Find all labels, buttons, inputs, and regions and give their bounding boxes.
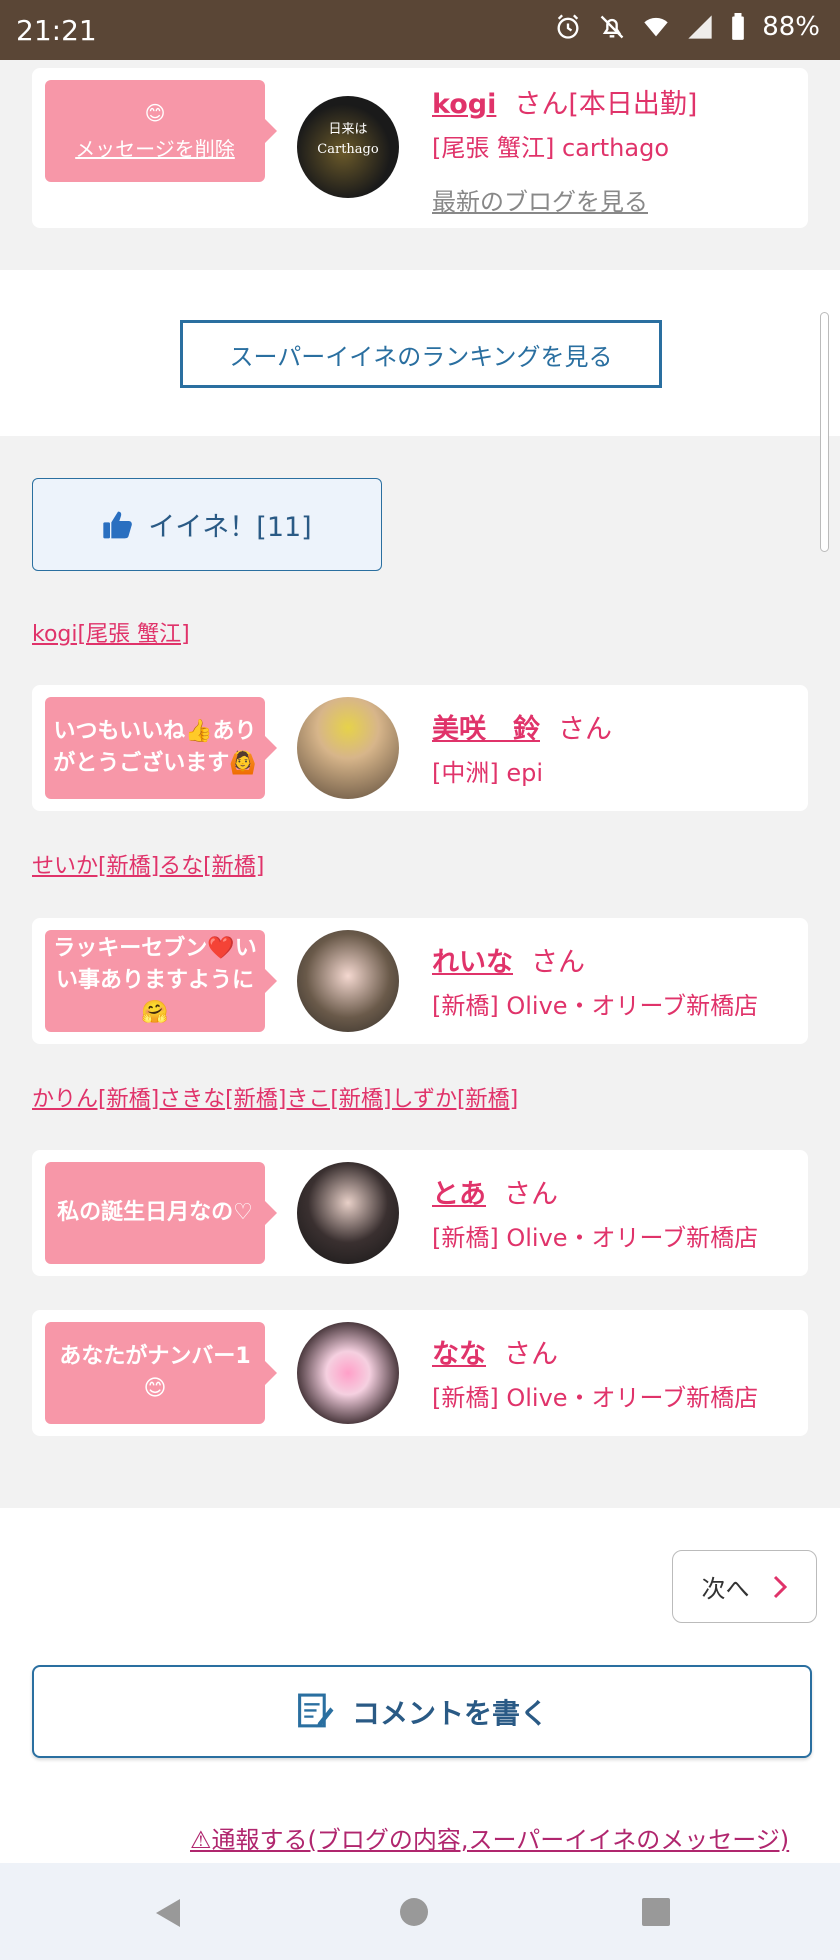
next-button-label: 次へ — [701, 1575, 750, 1603]
avatar[interactable] — [297, 697, 399, 799]
message-bubble: あなたがナンバー1😊 — [45, 1322, 277, 1424]
liker-names[interactable]: かりん[新橋]さきな[新橋]きこ[新橋]しずか[新橋] — [32, 1081, 518, 1113]
user-suffix: さん[本日出勤] — [514, 89, 698, 120]
user-name-line: kogi さん[本日出勤] — [432, 82, 697, 121]
bubble-emoji: 😊 — [144, 101, 166, 125]
navigation-bar — [0, 1863, 840, 1960]
like-button[interactable]: イイネ！[11] — [32, 478, 382, 571]
avatar[interactable] — [297, 1162, 399, 1264]
user-shop: [新橋] Olive・オリーブ新橋店 — [432, 992, 759, 1020]
message-bubble: 😊 メッセージを削除 — [45, 80, 277, 182]
signal-icon — [688, 15, 712, 39]
user-name-link[interactable]: 美咲 鈴 — [432, 714, 540, 745]
user-name-link[interactable]: とあ — [432, 1179, 486, 1210]
thumbs-up-icon — [103, 511, 133, 538]
latest-blog-link[interactable]: 最新のブログを見る — [432, 182, 648, 217]
edit-note-icon — [298, 1693, 334, 1727]
status-bar: 21:21 88% — [0, 0, 840, 60]
ranking-button[interactable]: スーパーイイネのランキングを見る — [180, 320, 662, 388]
user-suffix: さん — [558, 714, 612, 745]
message-bubble: ラッキーセブン❤️いい事ありますように🤗 — [45, 930, 277, 1032]
home-icon[interactable] — [399, 1897, 429, 1927]
avatar[interactable] — [297, 930, 399, 1032]
message-bubble: 私の誕生日月なの♡ — [45, 1162, 277, 1264]
message-bubble: いつもいいね👍ありがとうございます🙆 — [45, 697, 277, 799]
battery-level: 88% — [762, 12, 820, 42]
notifications-off-icon — [600, 15, 624, 39]
battery-icon — [732, 13, 745, 40]
like-button-label: イイネ！[11] — [148, 512, 312, 543]
user-name-link[interactable]: kogi — [432, 89, 496, 120]
scrollbar[interactable] — [820, 312, 829, 552]
alarm-icon — [557, 14, 579, 39]
user-shop: [尾張 蟹江] carthago — [432, 134, 669, 162]
next-page-button[interactable]: 次へ — [672, 1550, 817, 1623]
user-name-link[interactable]: なな — [432, 1339, 486, 1370]
user-shop: [中洲] epi — [432, 759, 544, 787]
user-suffix: さん — [531, 947, 585, 978]
comment-button-label: コメントを書く — [351, 1696, 548, 1730]
message-card: あなたがナンバー1😊 なな さん [新橋] Olive・オリーブ新橋店 — [32, 1310, 808, 1436]
user-name-line: 美咲 鈴さん — [432, 707, 612, 746]
recents-icon[interactable] — [641, 1897, 671, 1927]
report-link[interactable]: ⚠通報する(ブログの内容,スーパーイイネのメッセージ) — [190, 1820, 789, 1855]
user-shop: [新橋] Olive・オリーブ新橋店 — [432, 1384, 759, 1412]
user-suffix: さん — [504, 1179, 558, 1210]
message-card: いつもいいね👍ありがとうございます🙆 美咲 鈴さん [中洲] epi — [32, 685, 808, 811]
message-card-top: 😊 メッセージを削除 日来は Carthago kogi さん[本日出勤] [尾張… — [32, 68, 808, 228]
delete-message-link[interactable]: メッセージを削除 — [75, 136, 235, 162]
user-name-line: なな さん — [432, 1332, 558, 1371]
back-icon[interactable] — [152, 1897, 184, 1929]
message-card: ラッキーセブン❤️いい事ありますように🤗 れいな さん [新橋] Olive・オリ… — [32, 918, 808, 1044]
status-icons: 88% — [554, 12, 820, 42]
avatar[interactable] — [297, 1322, 399, 1424]
chevron-right-icon — [773, 1575, 787, 1598]
user-shop: [新橋] Olive・オリーブ新橋店 — [432, 1224, 759, 1252]
avatar[interactable]: 日来は Carthago — [297, 96, 399, 198]
user-name-line: れいな さん — [432, 940, 585, 979]
user-suffix: さん — [504, 1339, 558, 1370]
user-name-line: とあ さん — [432, 1172, 558, 1211]
wifi-icon — [644, 17, 668, 37]
write-comment-button[interactable]: コメントを書く — [32, 1665, 812, 1758]
liker-names[interactable]: せいか[新橋]るな[新橋] — [32, 848, 264, 880]
liker-names[interactable]: kogi[尾張 蟹江] — [32, 616, 190, 648]
message-card: 私の誕生日月なの♡ とあ さん [新橋] Olive・オリーブ新橋店 — [32, 1150, 808, 1276]
user-name-link[interactable]: れいな — [432, 947, 513, 978]
status-time: 21:21 — [16, 14, 97, 47]
avatar-text: 日来は Carthago — [317, 122, 379, 157]
